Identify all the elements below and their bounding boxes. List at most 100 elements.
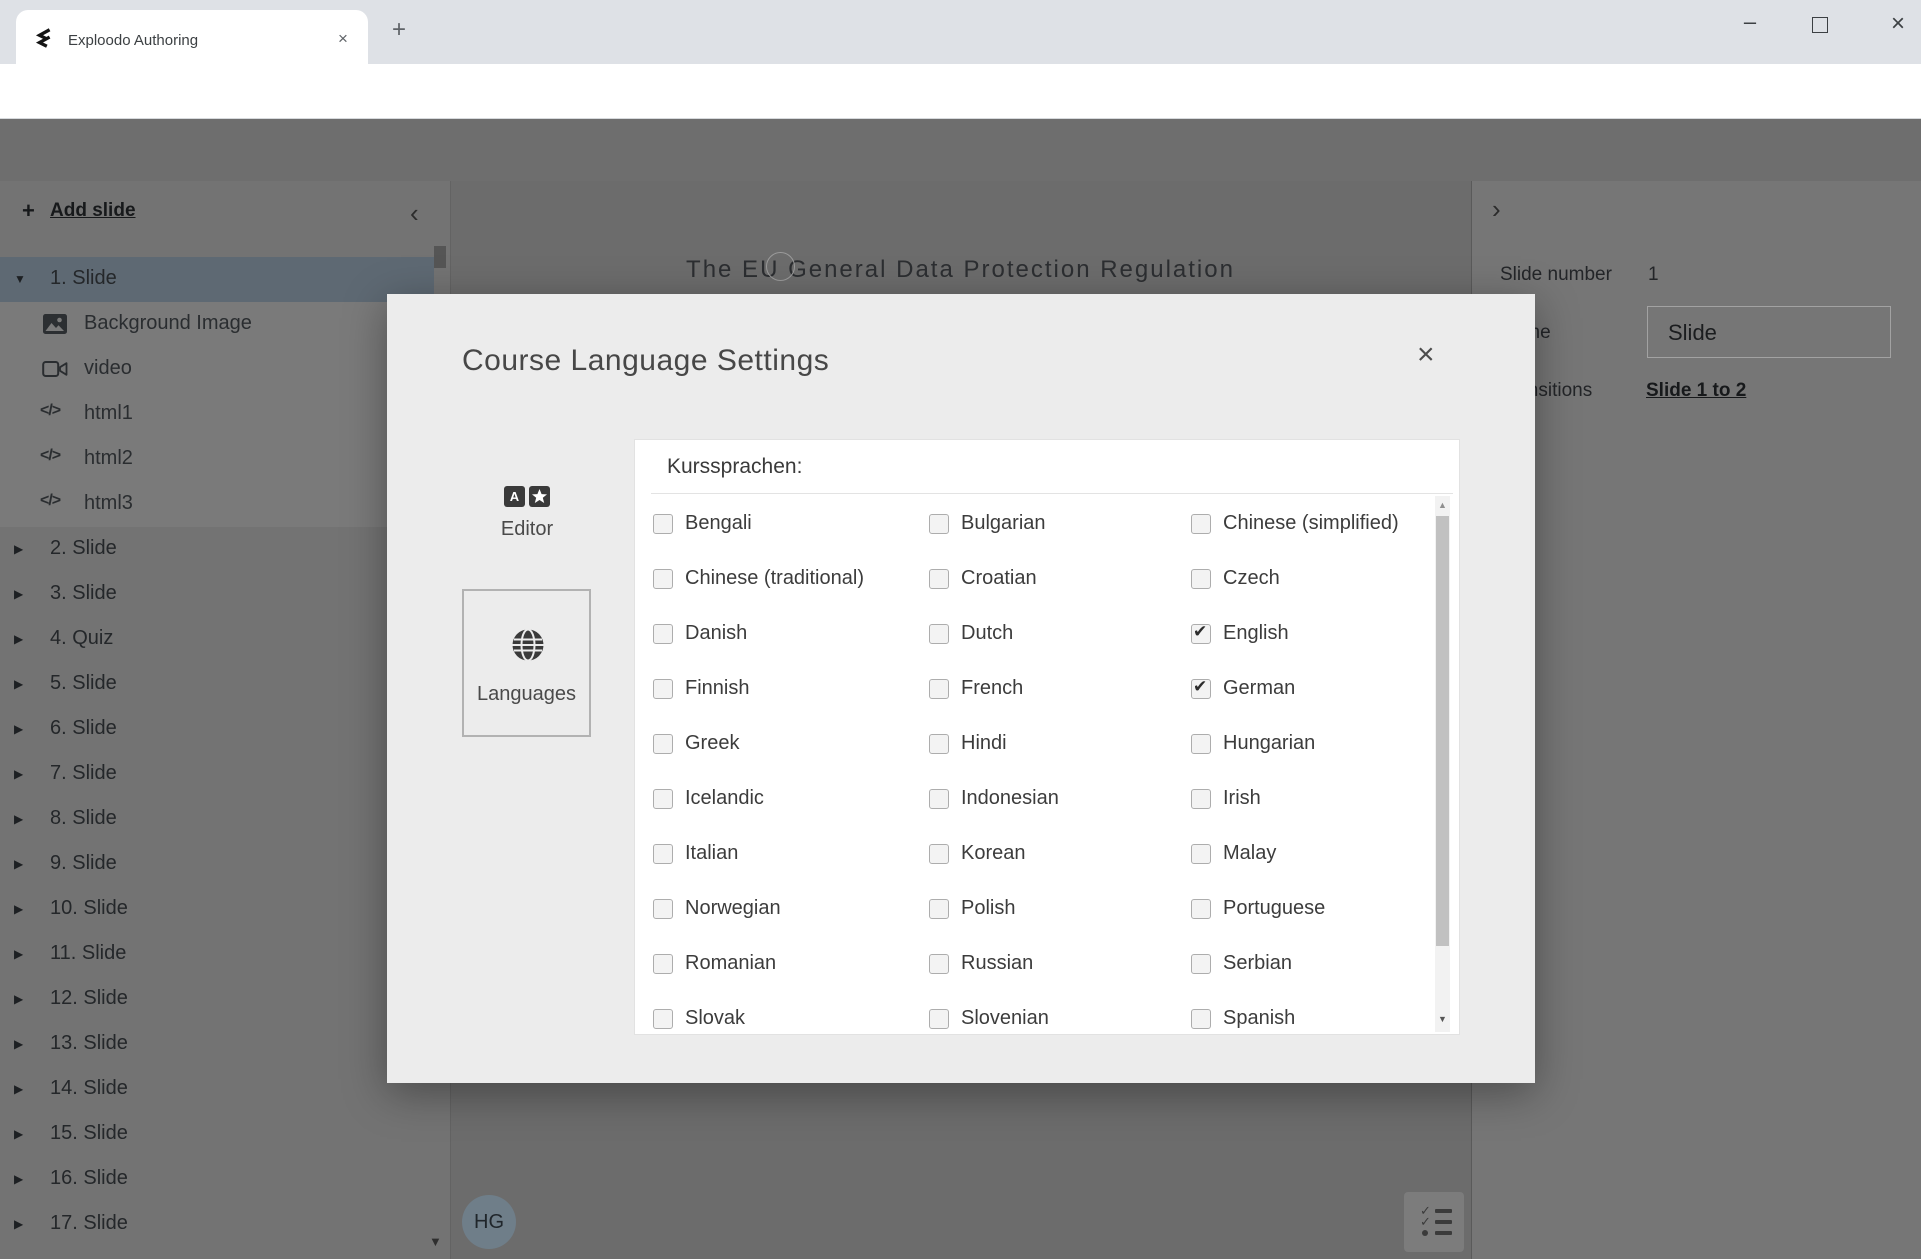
language-option[interactable]: ✔Finnish	[653, 677, 749, 700]
window-minimize-button[interactable]: –	[1728, 8, 1772, 42]
checkbox[interactable]: ✔	[1191, 844, 1211, 864]
checkbox[interactable]: ✔	[653, 789, 673, 809]
checkbox[interactable]: ✔	[1191, 954, 1211, 974]
language-option[interactable]: ✔Polish	[929, 897, 1015, 920]
checklist-button[interactable]: ✓ ✓	[1404, 1192, 1464, 1252]
language-option[interactable]: ✔Serbian	[1191, 952, 1292, 975]
window-maximize-button[interactable]	[1812, 17, 1828, 33]
language-option[interactable]: ✔Icelandic	[653, 787, 764, 810]
scrollbar-thumb[interactable]	[1436, 516, 1449, 946]
language-option[interactable]: ✔Spanish	[1191, 1007, 1295, 1030]
panel-expand-icon[interactable]: ›	[1492, 194, 1501, 225]
language-option[interactable]: ✔Chinese (simplified)	[1191, 512, 1399, 535]
language-option[interactable]: ✔Portuguese	[1191, 897, 1325, 920]
checkbox[interactable]: ✔	[653, 899, 673, 919]
caret-right-icon[interactable]: ▶	[14, 632, 23, 646]
caret-right-icon[interactable]: ▶	[14, 542, 23, 556]
language-option[interactable]: ✔Russian	[929, 952, 1033, 975]
language-option[interactable]: ✔Slovak	[653, 1007, 745, 1030]
user-avatar[interactable]: HG	[462, 1195, 516, 1249]
sidebar-item-slide-6[interactable]: ▶6. Slide	[0, 707, 434, 752]
modal-close-icon[interactable]: ×	[1417, 338, 1435, 372]
checkbox[interactable]: ✔	[1191, 789, 1211, 809]
caret-right-icon[interactable]: ▶	[14, 722, 23, 736]
checkbox[interactable]: ✔	[653, 679, 673, 699]
caret-right-icon[interactable]: ▶	[14, 1082, 23, 1096]
checkbox[interactable]: ✔	[929, 1009, 949, 1029]
scroll-up-icon[interactable]: ▲	[1438, 500, 1447, 510]
language-option[interactable]: ✔Irish	[1191, 787, 1261, 810]
sidebar-item-slide-12[interactable]: ▶12. Slide	[0, 977, 434, 1022]
checkbox[interactable]: ✔	[929, 569, 949, 589]
language-option[interactable]: ✔English	[1191, 622, 1289, 645]
checkbox[interactable]: ✔	[653, 954, 673, 974]
caret-right-icon[interactable]: ▶	[14, 812, 23, 826]
slide-child-video[interactable]: video	[0, 347, 434, 392]
language-option[interactable]: ✔Chinese (traditional)	[653, 567, 864, 590]
sidebar-collapse-icon[interactable]: ‹	[410, 198, 419, 229]
language-option[interactable]: ✔Indonesian	[929, 787, 1059, 810]
sidebar-item-slide-1[interactable]: ▼ 1. Slide	[0, 257, 434, 302]
checkbox[interactable]: ✔	[653, 734, 673, 754]
caret-right-icon[interactable]: ▶	[14, 992, 23, 1006]
sidebar-item-slide-7[interactable]: ▶7. Slide	[0, 752, 434, 797]
sidebar-item-slide-3[interactable]: ▶3. Slide	[0, 572, 434, 617]
language-option[interactable]: ✔Slovenian	[929, 1007, 1049, 1030]
sidebar-item-slide-16[interactable]: ▶16. Slide	[0, 1157, 434, 1202]
checkbox[interactable]: ✔	[653, 569, 673, 589]
checkbox[interactable]: ✔	[653, 514, 673, 534]
window-close-button[interactable]: ×	[1876, 7, 1920, 41]
caret-right-icon[interactable]: ▶	[14, 677, 23, 691]
caret-right-icon[interactable]: ▶	[14, 1172, 23, 1186]
sidebar-item-slide-17[interactable]: ▶17. Slide	[0, 1202, 434, 1247]
checkbox[interactable]: ✔	[929, 514, 949, 534]
caret-right-icon[interactable]: ▶	[14, 1217, 23, 1231]
caret-right-icon[interactable]: ▶	[14, 947, 23, 961]
checkbox[interactable]: ✔	[653, 844, 673, 864]
checkbox[interactable]: ✔	[1191, 514, 1211, 534]
language-option[interactable]: ✔Hindi	[929, 732, 1007, 755]
language-option[interactable]: ✔Greek	[653, 732, 739, 755]
checkbox[interactable]: ✔	[929, 954, 949, 974]
checkbox[interactable]: ✔	[1191, 899, 1211, 919]
checkbox[interactable]: ✔	[1191, 624, 1211, 644]
caret-down-icon[interactable]: ▼	[14, 272, 26, 286]
sidebar-item-quiz-4[interactable]: ▶4. Quiz	[0, 617, 434, 662]
transitions-link[interactable]: Slide 1 to 2	[1646, 380, 1746, 402]
browser-tab[interactable]: Exploodo Authoring ×	[16, 10, 368, 64]
slide-child-background-image[interactable]: Background Image	[0, 302, 434, 347]
caret-right-icon[interactable]: ▶	[14, 587, 23, 601]
languages-tab-button[interactable]: Languages	[462, 589, 591, 737]
slide-name-input[interactable]: Slide	[1647, 306, 1891, 358]
caret-right-icon[interactable]: ▶	[14, 857, 23, 871]
scroll-down-icon[interactable]: ▼	[1438, 1014, 1447, 1024]
language-option[interactable]: ✔Bengali	[653, 512, 752, 535]
checkbox[interactable]: ✔	[653, 1009, 673, 1029]
language-option[interactable]: ✔Malay	[1191, 842, 1276, 865]
slide-child-html1[interactable]: </> html1	[0, 392, 434, 437]
checkbox[interactable]: ✔	[1191, 734, 1211, 754]
checkbox[interactable]: ✔	[929, 844, 949, 864]
checkbox[interactable]: ✔	[929, 624, 949, 644]
language-option[interactable]: ✔Dutch	[929, 622, 1013, 645]
checkbox[interactable]: ✔	[1191, 679, 1211, 699]
checkbox[interactable]: ✔	[929, 679, 949, 699]
language-option[interactable]: ✔Norwegian	[653, 897, 781, 920]
checkbox[interactable]: ✔	[653, 624, 673, 644]
language-option[interactable]: ✔Korean	[929, 842, 1026, 865]
sidebar-scrollbar-thumb[interactable]	[434, 246, 446, 268]
language-option[interactable]: ✔Czech	[1191, 567, 1280, 590]
caret-right-icon[interactable]: ▶	[14, 1037, 23, 1051]
checkbox[interactable]: ✔	[929, 899, 949, 919]
caret-right-icon[interactable]: ▶	[14, 1127, 23, 1141]
language-option[interactable]: ✔Bulgarian	[929, 512, 1046, 535]
language-option[interactable]: ✔Romanian	[653, 952, 776, 975]
sidebar-item-slide-13[interactable]: ▶13. Slide	[0, 1022, 434, 1067]
new-tab-button[interactable]: +	[392, 16, 406, 44]
slide-child-html2[interactable]: </> html2	[0, 437, 434, 482]
checkbox[interactable]: ✔	[929, 734, 949, 754]
checkbox[interactable]: ✔	[1191, 1009, 1211, 1029]
sidebar-item-slide-2[interactable]: ▶2. Slide	[0, 527, 434, 572]
slide-child-html3[interactable]: </> html3	[0, 482, 434, 527]
language-option[interactable]: ✔Danish	[653, 622, 747, 645]
